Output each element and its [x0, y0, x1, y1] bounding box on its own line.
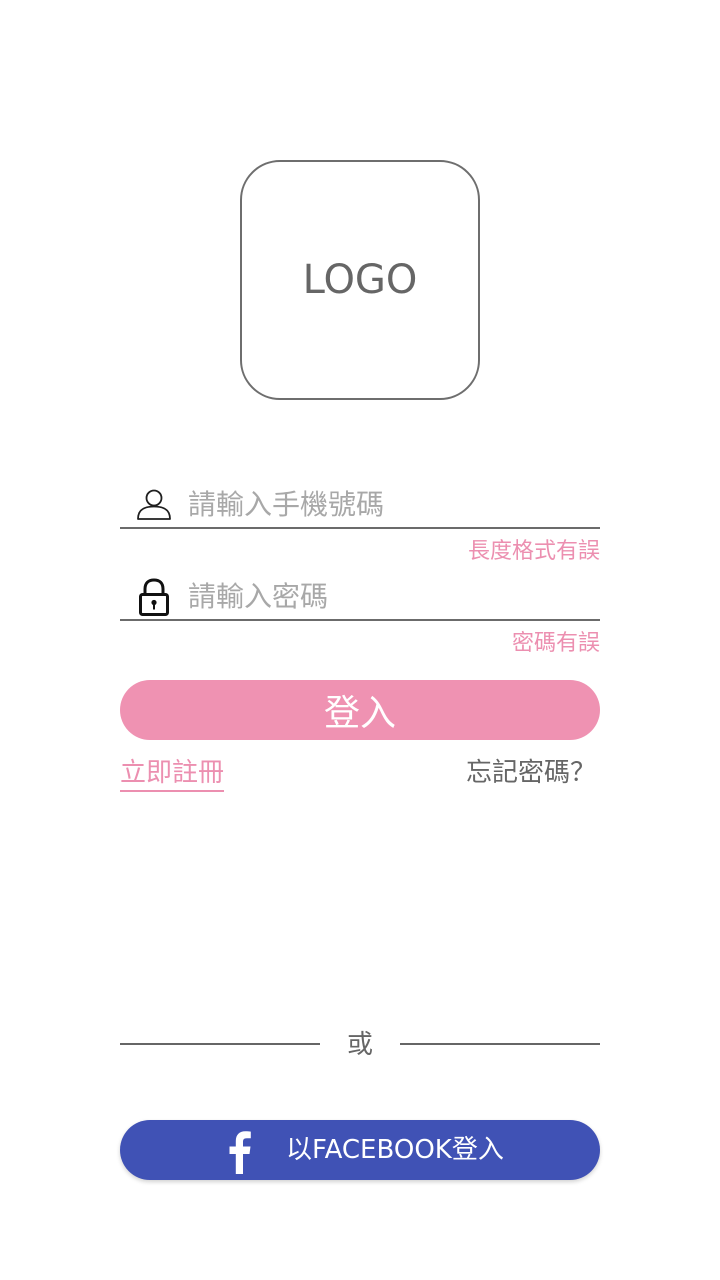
facebook-login-button[interactable]: 以FACEBOOK登入 [120, 1120, 600, 1180]
login-button[interactable]: 登入 [120, 680, 600, 740]
facebook-icon [229, 1131, 251, 1174]
password-input[interactable] [186, 573, 598, 619]
register-link[interactable]: 立即註冊 [120, 756, 225, 792]
user-icon [137, 489, 171, 520]
facebook-login-label: 以FACEBOOK登入 [286, 1135, 504, 1165]
password-field[interactable] [120, 573, 600, 621]
forgot-password-link[interactable]: 忘記密碼？ [466, 756, 596, 790]
divider-line-left [120, 1043, 320, 1045]
phone-input[interactable] [186, 481, 598, 527]
phone-error-text: 長度格式有誤 [467, 539, 600, 564]
divider-line-right [400, 1043, 600, 1045]
logo-box: LOGO [240, 160, 480, 400]
phone-field[interactable] [120, 481, 600, 529]
logo-text: LOGO [302, 257, 418, 303]
divider-text: 或 [346, 1030, 373, 1060]
lock-icon [139, 578, 169, 616]
password-error-text: 密碼有誤 [511, 631, 600, 656]
